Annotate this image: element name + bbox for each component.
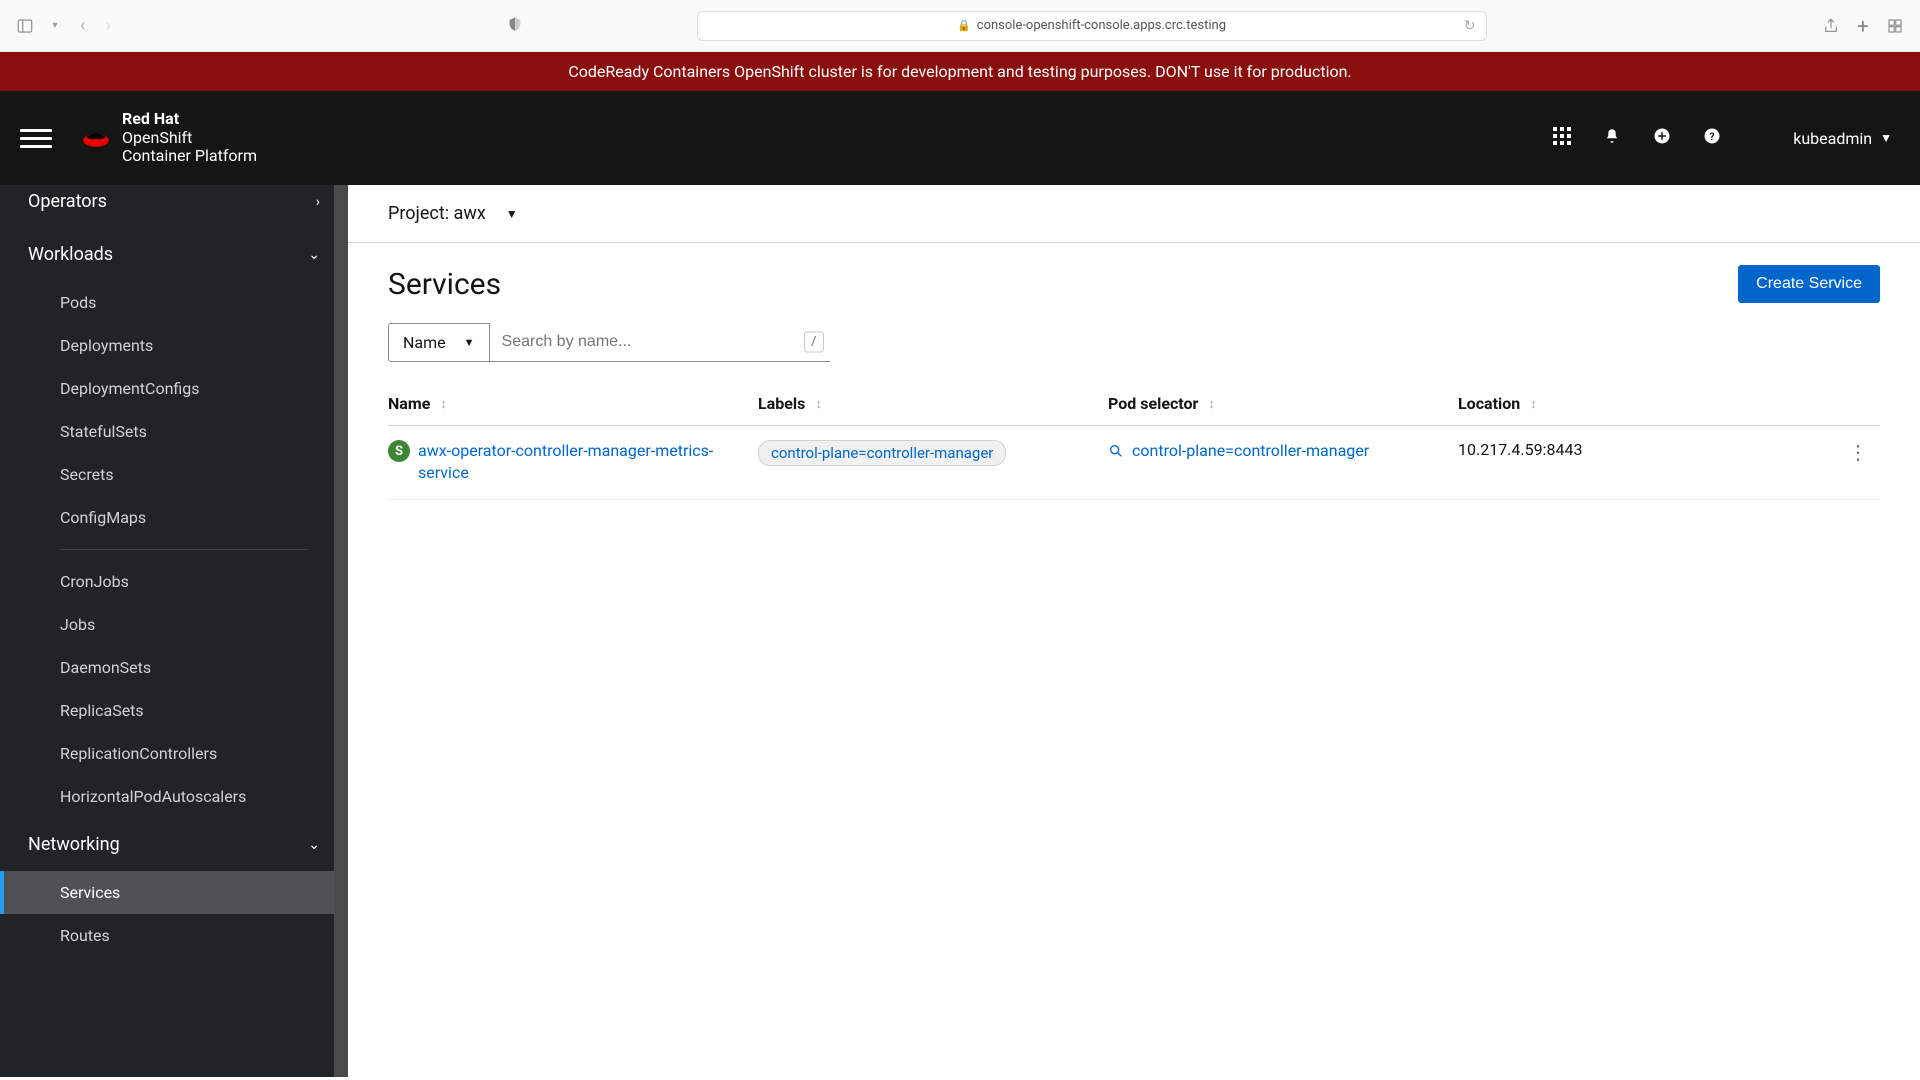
main-content: Project: awx ▼ Services Create Service N… bbox=[348, 185, 1920, 1077]
sidebar-item-cronjobs[interactable]: CronJobs bbox=[0, 560, 348, 603]
table-row: S awx-operator-controller-manager-metric… bbox=[388, 426, 1880, 500]
sidebar-item-daemonsets[interactable]: DaemonSets bbox=[0, 646, 348, 689]
share-icon[interactable] bbox=[1822, 17, 1840, 35]
kebab-icon[interactable]: ⋮ bbox=[1840, 440, 1876, 464]
sidebar: Operators › Workloads ⌄ Pods Deployments… bbox=[0, 185, 348, 1077]
reload-icon[interactable]: ↻ bbox=[1464, 18, 1476, 34]
sidebar-item-secrets[interactable]: Secrets bbox=[0, 453, 348, 496]
services-table: Name ↕ Labels ↕ Pod selector ↕ Location … bbox=[348, 382, 1920, 500]
sidebar-item-statefulsets[interactable]: StatefulSets bbox=[0, 410, 348, 453]
sidebar-item-services[interactable]: Services bbox=[0, 871, 348, 914]
plus-circle-icon[interactable] bbox=[1653, 127, 1671, 150]
lock-icon: 🔒 bbox=[957, 19, 971, 32]
service-badge-icon: S bbox=[388, 440, 410, 462]
project-selector[interactable]: Project: awx ▼ bbox=[348, 185, 1920, 243]
table-header: Name ↕ Labels ↕ Pod selector ↕ Location … bbox=[388, 382, 1880, 426]
svg-text:?: ? bbox=[1710, 129, 1715, 142]
page-title: Services bbox=[388, 267, 501, 302]
shield-icon[interactable] bbox=[507, 16, 523, 36]
column-header-podselector[interactable]: Pod selector ↕ bbox=[1108, 394, 1458, 413]
new-tab-icon[interactable]: + bbox=[1854, 17, 1872, 35]
sort-icon: ↕ bbox=[440, 396, 447, 412]
label-pill[interactable]: control-plane=controller-manager bbox=[758, 440, 1006, 466]
pod-selector-link[interactable]: control-plane=controller-manager bbox=[1132, 440, 1369, 462]
chevron-right-icon: › bbox=[316, 194, 320, 210]
sidebar-item-hpa[interactable]: HorizontalPodAutoscalers bbox=[0, 775, 348, 818]
sidebar-item-deploymentconfigs[interactable]: DeploymentConfigs bbox=[0, 367, 348, 410]
browser-chrome: ▾ ‹ › 🔒 console-openshift-console.apps.c… bbox=[0, 0, 1920, 52]
column-header-labels[interactable]: Labels ↕ bbox=[758, 394, 1108, 413]
redhat-icon bbox=[80, 126, 112, 150]
bell-icon[interactable] bbox=[1603, 127, 1621, 150]
sidebar-item-pods[interactable]: Pods bbox=[0, 281, 348, 324]
brand-line2: OpenShift bbox=[122, 129, 257, 147]
service-name-link[interactable]: awx-operator-controller-manager-metrics-… bbox=[418, 440, 718, 485]
address-bar[interactable]: 🔒 console-openshift-console.apps.crc.tes… bbox=[697, 11, 1487, 41]
column-header-name[interactable]: Name ↕ bbox=[388, 394, 758, 413]
brand-line1: Red Hat bbox=[122, 110, 257, 128]
sort-icon: ↕ bbox=[1530, 396, 1537, 412]
keyboard-shortcut-badge: / bbox=[804, 332, 823, 353]
user-menu[interactable]: kubeadmin ▼ bbox=[1793, 129, 1892, 148]
chevron-down-icon: ⌄ bbox=[308, 247, 320, 263]
sidebar-section-networking[interactable]: Networking ⌄ bbox=[0, 818, 348, 871]
sidebar-item-routes[interactable]: Routes bbox=[0, 914, 348, 957]
nav-divider bbox=[60, 549, 308, 550]
sidebar-item-jobs[interactable]: Jobs bbox=[0, 603, 348, 646]
sidebar-item-configmaps[interactable]: ConfigMaps bbox=[0, 496, 348, 539]
url-text: console-openshift-console.apps.crc.testi… bbox=[977, 18, 1226, 33]
brand-logo[interactable]: Red Hat OpenShift Container Platform bbox=[80, 110, 257, 165]
sort-icon: ↕ bbox=[1208, 396, 1215, 412]
column-header-location[interactable]: Location ↕ bbox=[1458, 394, 1840, 413]
filter-bar: Name ▼ / bbox=[348, 311, 1920, 382]
forward-icon[interactable]: › bbox=[101, 15, 114, 36]
apps-icon[interactable] bbox=[1553, 127, 1571, 150]
chevron-down-icon: ⌄ bbox=[308, 837, 320, 853]
location-cell: 10.217.4.59:8443 bbox=[1458, 440, 1840, 459]
sidebar-toggle-icon[interactable] bbox=[16, 17, 34, 35]
sidebar-item-replicationcontrollers[interactable]: ReplicationControllers bbox=[0, 732, 348, 775]
chevron-down-icon[interactable]: ▾ bbox=[46, 17, 64, 35]
sidebar-item-replicasets[interactable]: ReplicaSets bbox=[0, 689, 348, 732]
filter-type-dropdown[interactable]: Name ▼ bbox=[388, 323, 490, 362]
scrollbar[interactable] bbox=[334, 185, 348, 1077]
warning-banner: CodeReady Containers OpenShift cluster i… bbox=[0, 52, 1920, 91]
help-icon[interactable]: ? bbox=[1703, 127, 1721, 150]
search-icon bbox=[1108, 443, 1124, 459]
masthead: Red Hat OpenShift Container Platform ? k… bbox=[0, 91, 1920, 185]
tabs-icon[interactable] bbox=[1886, 17, 1904, 35]
sidebar-section-operators[interactable]: Operators › bbox=[0, 185, 348, 228]
caret-down-icon: ▼ bbox=[464, 336, 475, 349]
sidebar-item-deployments[interactable]: Deployments bbox=[0, 324, 348, 367]
search-input[interactable] bbox=[490, 323, 830, 361]
brand-line3: Container Platform bbox=[122, 147, 257, 165]
caret-down-icon: ▼ bbox=[1880, 131, 1892, 145]
sort-icon: ↕ bbox=[815, 396, 822, 412]
create-service-button[interactable]: Create Service bbox=[1738, 265, 1880, 303]
hamburger-icon[interactable] bbox=[20, 122, 52, 154]
back-icon[interactable]: ‹ bbox=[76, 15, 89, 36]
caret-down-icon: ▼ bbox=[506, 207, 518, 221]
sidebar-section-workloads[interactable]: Workloads ⌄ bbox=[0, 228, 348, 281]
